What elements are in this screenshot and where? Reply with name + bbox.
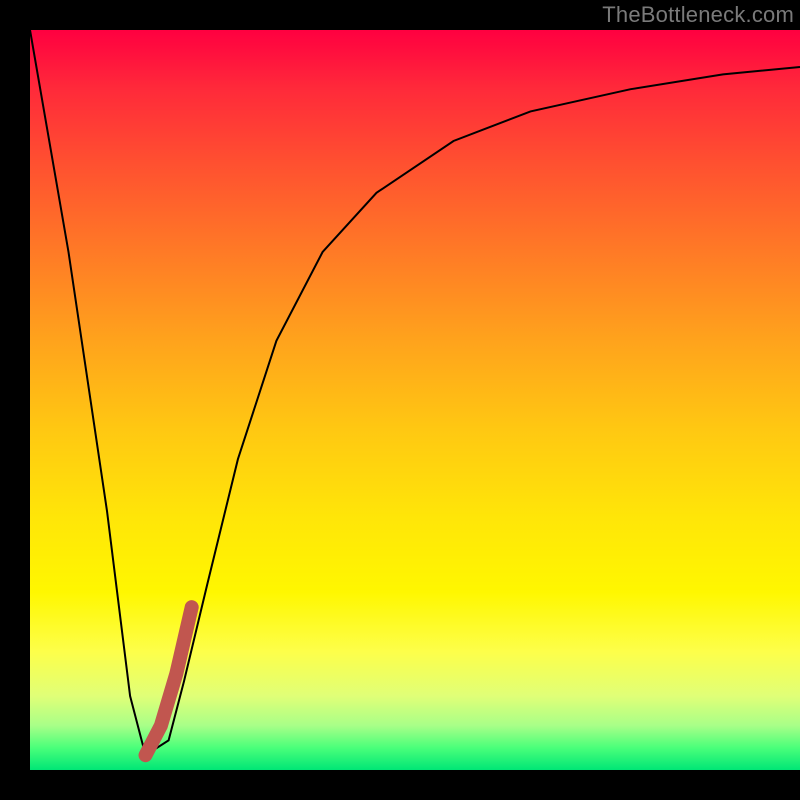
plot-area xyxy=(30,30,800,770)
chart-container: TheBottleneck.com xyxy=(0,0,800,800)
watermark-label: TheBottleneck.com xyxy=(602,2,794,28)
curve-svg xyxy=(30,30,800,770)
bottleneck-curve-line xyxy=(30,30,800,755)
